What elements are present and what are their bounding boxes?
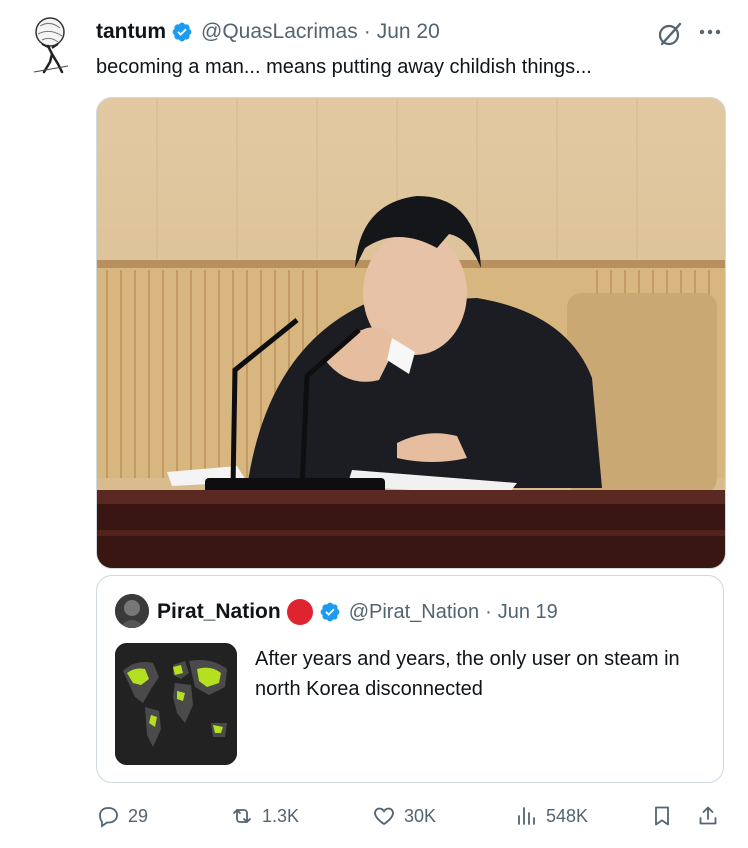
reply-icon bbox=[99, 807, 118, 828]
views-count: 548K bbox=[546, 805, 589, 826]
share-icon bbox=[699, 806, 717, 825]
separator-dot: · bbox=[363, 20, 371, 43]
quoted-tweet[interactable]: Pirat_Nation @Pirat_Nation · Jun 19 Afte… bbox=[96, 575, 724, 783]
reply-count: 29 bbox=[128, 805, 149, 826]
more-icon[interactable] bbox=[697, 22, 723, 42]
quoted-tweet-date[interactable]: Jun 19 bbox=[498, 601, 558, 624]
quoted-tweet-header: Pirat_Nation @Pirat_Nation · Jun 19 bbox=[157, 598, 558, 626]
quoted-author-handle[interactable]: @Pirat_Nation bbox=[349, 601, 479, 624]
repost-button[interactable]: 1.3K bbox=[230, 800, 299, 832]
grok-icon[interactable] bbox=[656, 20, 684, 48]
tweet-action-bar: 29 1.3K 30K 548K bbox=[96, 800, 726, 832]
like-count: 30K bbox=[404, 805, 437, 826]
tweet-media-image[interactable] bbox=[96, 97, 726, 569]
verified-badge-icon[interactable] bbox=[171, 21, 193, 43]
author-handle[interactable]: @QuasLacrimas bbox=[201, 20, 358, 44]
red-circle-icon bbox=[286, 599, 313, 625]
quoted-tweet-text: After years and years, the only user on … bbox=[255, 648, 680, 700]
tweet-date[interactable]: Jun 20 bbox=[377, 20, 440, 44]
like-button[interactable]: 30K bbox=[372, 800, 436, 832]
quoted-author-name[interactable]: Pirat_Nation bbox=[157, 600, 281, 624]
tweet-header: tantum @QuasLacrimas · Jun 20 bbox=[96, 18, 440, 46]
bookmark-button[interactable] bbox=[650, 800, 674, 832]
repost-icon bbox=[233, 809, 251, 823]
views-button[interactable]: 548K bbox=[514, 800, 588, 832]
like-icon bbox=[374, 807, 394, 826]
share-button[interactable] bbox=[696, 800, 720, 832]
tweet-text: becoming a man... means putting away chi… bbox=[96, 56, 592, 78]
reply-button[interactable]: 29 bbox=[96, 800, 148, 832]
separator-dot: · bbox=[485, 600, 492, 623]
verified-badge-icon[interactable] bbox=[319, 601, 341, 623]
author-avatar[interactable] bbox=[28, 14, 76, 74]
repost-count: 1.3K bbox=[262, 805, 300, 826]
bookmark-icon bbox=[655, 806, 669, 826]
author-name[interactable]: tantum bbox=[96, 20, 166, 44]
quoted-author-avatar[interactable] bbox=[115, 594, 149, 628]
avatar-sketch-icon bbox=[33, 17, 69, 74]
quoted-media-thumbnail[interactable] bbox=[115, 643, 237, 765]
views-icon bbox=[518, 807, 535, 825]
